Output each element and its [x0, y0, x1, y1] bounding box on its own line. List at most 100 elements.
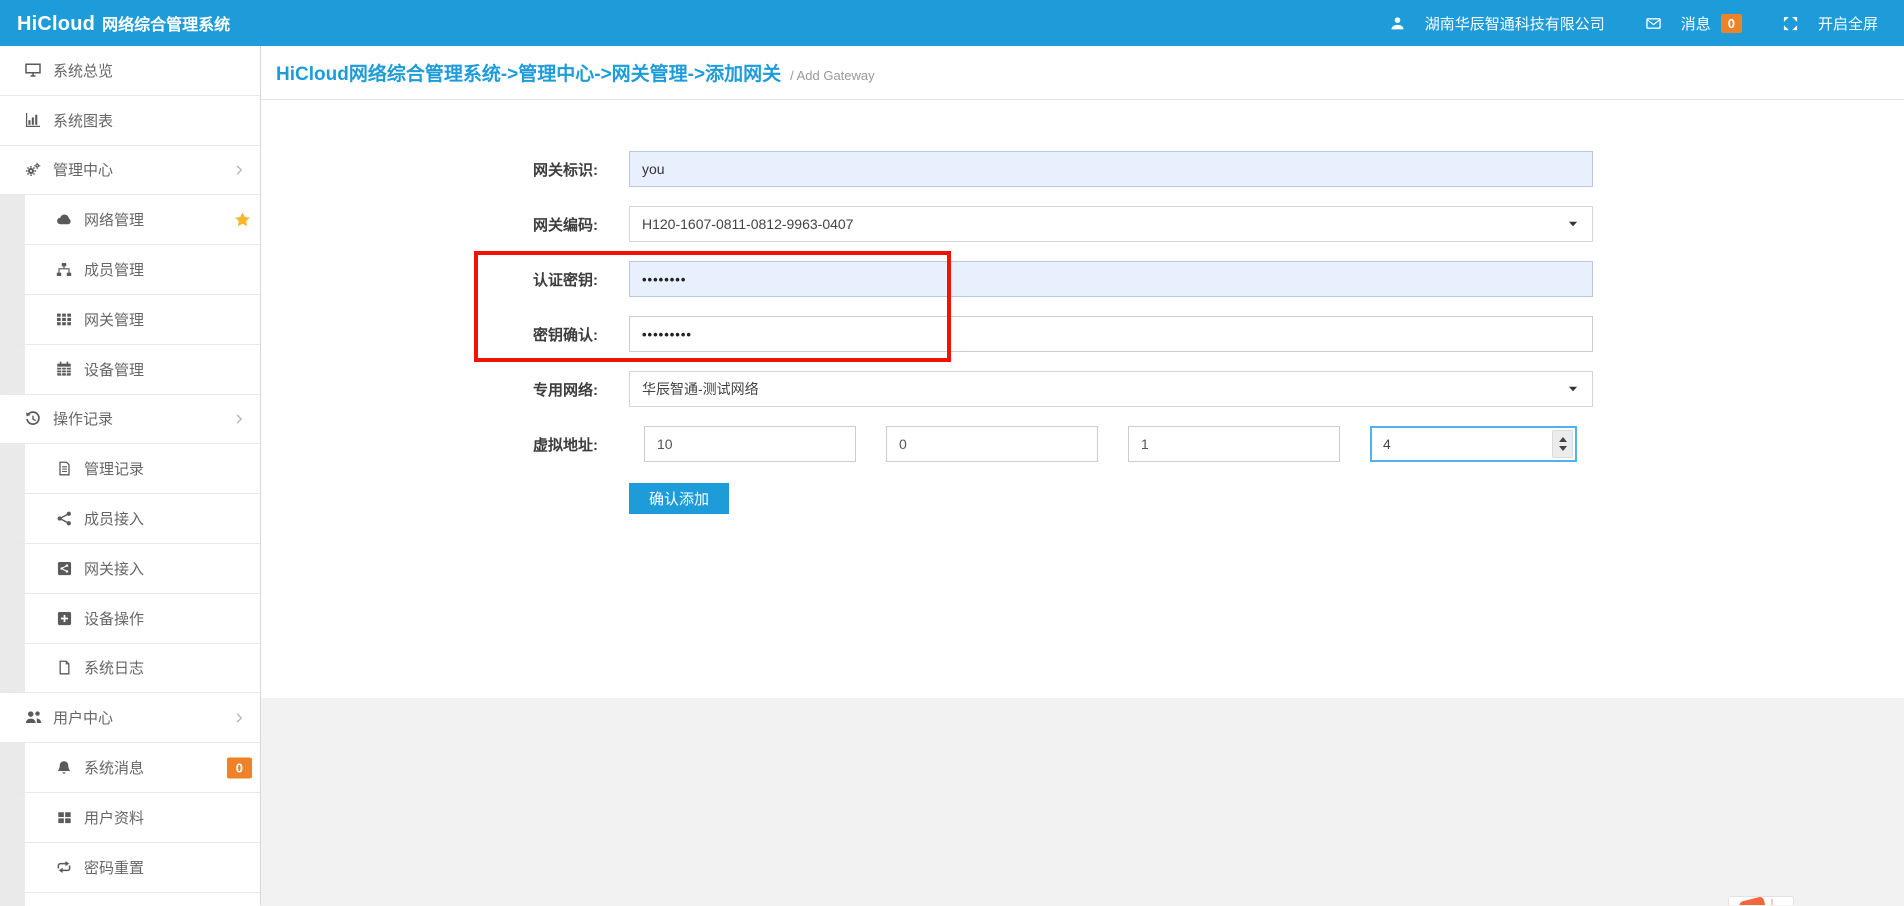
confirm-add-button[interactable]: 确认添加: [629, 483, 729, 514]
gears-icon: [22, 162, 44, 178]
gateway-code-selected-value: H120-1607-0811-0812-9963-0407: [642, 216, 853, 232]
sidebar-item-label: 系统日志: [84, 657, 144, 678]
sidebar-item-label: 成员管理: [84, 259, 144, 280]
sidebar-item-label: 系统图表: [53, 110, 113, 131]
stepper-up-icon[interactable]: [1559, 437, 1567, 442]
virtual-address-octet-1[interactable]: [644, 426, 856, 462]
sidebar-item-label: 用户中心: [53, 707, 113, 728]
sitemap-icon: [53, 262, 75, 278]
sidebar-item-label: 设备操作: [84, 608, 144, 629]
sidebar-navigation: 系统总览 系统图表 管理中心 网络管理 成员管理 网关管理 设备管理 操作记录 …: [0, 46, 261, 905]
star-icon: [234, 211, 251, 228]
sidebar-item-device-operations[interactable]: 设备操作: [0, 594, 260, 644]
virtual-address-label: 虚拟地址:: [261, 434, 629, 455]
add-gateway-form-panel: 网关标识: 网关编码: H120-1607-0811-0812-9963-040…: [261, 100, 1904, 698]
chevron-right-icon: [233, 712, 245, 724]
sidebar-item-gateway-management[interactable]: 网关管理: [0, 295, 260, 345]
fullscreen-toggle[interactable]: 开启全屏: [1780, 13, 1878, 34]
app-logo: HiCloud 网络综合管理系统: [0, 11, 230, 36]
virtual-address-octet-3[interactable]: [1128, 426, 1340, 462]
calendar-icon: [53, 361, 75, 377]
bell-icon: [53, 760, 75, 776]
user-icon: [1387, 16, 1409, 31]
sidebar-item-label: 密码重置: [84, 857, 144, 878]
caret-down-icon: [1567, 218, 1579, 230]
sidebar-item-label: 网关接入: [84, 558, 144, 579]
sidebar-item-member-access[interactable]: 成员接入: [0, 494, 260, 544]
sidebar-item-label: 网络管理: [84, 209, 144, 230]
gateway-id-input[interactable]: [629, 151, 1593, 187]
chevron-right-icon: [233, 164, 245, 176]
users-icon: [22, 709, 44, 726]
add-gateway-form: 网关标识: 网关编码: H120-1607-0811-0812-9963-040…: [261, 100, 1904, 514]
sidebar-item-system-charts[interactable]: 系统图表: [0, 96, 260, 146]
sidebar-item-user-center[interactable]: 用户中心: [0, 693, 260, 743]
sidebar-item-label: 成员接入: [84, 508, 144, 529]
private-network-label: 专用网络:: [261, 379, 629, 400]
sidebar-item-password-reset[interactable]: 密码重置: [0, 843, 260, 893]
sidebar-item-system-logs[interactable]: 系统日志: [0, 644, 260, 694]
sidebar-item-device-management[interactable]: 设备管理: [0, 345, 260, 395]
top-navigation-bar: HiCloud 网络综合管理系统 湖南华辰智通科技有限公司 消息 0 开启全屏: [0, 0, 1904, 46]
plus-square-icon: [53, 611, 75, 626]
bar-chart-icon: [22, 112, 44, 128]
sidebar-item-gateway-access[interactable]: 网关接入: [0, 544, 260, 594]
fullscreen-icon: [1780, 16, 1802, 31]
auth-key-input[interactable]: [629, 261, 1593, 297]
gateway-id-row: 网关标识:: [261, 151, 1904, 187]
sidebar-item-label: 用户资料: [84, 807, 144, 828]
tiles-icon: [53, 810, 75, 825]
breadcrumb-bar: HiCloud网络综合管理系统->管理中心->网关管理->添加网关 / Add …: [261, 46, 1904, 100]
auth-key-row: 认证密钥:: [261, 261, 1904, 297]
sidebar-item-member-management[interactable]: 成员管理: [0, 245, 260, 295]
brand-name: HiCloud: [17, 13, 95, 36]
sidebar-item-system-overview[interactable]: 系统总览: [0, 46, 260, 96]
share-icon: [53, 511, 75, 526]
private-network-row: 专用网络: 华辰智通-测试网络: [261, 371, 1904, 407]
file-icon: [53, 660, 75, 675]
breadcrumb-english-suffix: / Add Gateway: [790, 63, 875, 83]
gateway-id-label: 网关标识:: [261, 159, 629, 180]
sidebar-item-label: 设备管理: [84, 359, 144, 380]
auth-key-label: 认证密钥:: [261, 269, 629, 290]
gateway-code-select[interactable]: H120-1607-0811-0812-9963-0407: [629, 206, 1593, 242]
sidebar-item-label: 系统消息: [84, 757, 144, 778]
grid-icon: [53, 311, 75, 327]
key-confirm-row: 密钥确认:: [261, 316, 1904, 352]
sidebar-item-network-management[interactable]: 网络管理: [0, 195, 260, 245]
floating-widget-detail: [1771, 899, 1773, 905]
sidebar-item-label: 系统总览: [53, 60, 113, 81]
share-square-icon: [53, 561, 75, 576]
cloud-icon: [53, 211, 75, 228]
gateway-code-row: 网关编码: H120-1607-0811-0812-9963-0407: [261, 206, 1904, 242]
floating-widget-icon: [1739, 896, 1767, 905]
monitor-icon: [22, 62, 44, 78]
company-account-menu[interactable]: 湖南华辰智通科技有限公司: [1387, 13, 1605, 34]
caret-down-icon: [1567, 383, 1579, 395]
main-content: HiCloud网络综合管理系统->管理中心->网关管理->添加网关 / Add …: [261, 46, 1904, 905]
sidebar-item-label: 网关管理: [84, 309, 144, 330]
key-confirm-input[interactable]: [629, 316, 1593, 352]
gateway-code-label: 网关编码:: [261, 214, 629, 235]
sidebar-item-user-profile[interactable]: 用户资料: [0, 793, 260, 843]
envelope-icon: [1643, 16, 1665, 31]
brand-subtitle: 网络综合管理系统: [102, 11, 230, 35]
stepper-down-icon[interactable]: [1559, 446, 1567, 451]
company-name: 湖南华辰智通科技有限公司: [1425, 13, 1605, 34]
number-stepper[interactable]: [1552, 430, 1573, 458]
sidebar-item-label: 操作记录: [53, 408, 113, 429]
sidebar-item-operation-records[interactable]: 操作记录: [0, 395, 260, 445]
sidebar-item-system-messages[interactable]: 系统消息 0: [0, 743, 260, 793]
floating-widget-cutoff[interactable]: [1728, 896, 1794, 905]
history-icon: [22, 411, 44, 427]
system-messages-count-badge: 0: [227, 757, 252, 778]
fullscreen-label: 开启全屏: [1818, 13, 1878, 34]
sidebar-item-label: 管理记录: [84, 458, 144, 479]
messages-menu[interactable]: 消息 0: [1643, 13, 1742, 34]
virtual-address-octet-4-wrapper: [1370, 426, 1577, 462]
virtual-address-octet-2[interactable]: [886, 426, 1098, 462]
sidebar-item-management-center[interactable]: 管理中心: [0, 146, 260, 196]
private-network-select[interactable]: 华辰智通-测试网络: [629, 371, 1593, 407]
sidebar-item-management-records[interactable]: 管理记录: [0, 444, 260, 494]
virtual-address-octet-4[interactable]: [1370, 426, 1577, 462]
